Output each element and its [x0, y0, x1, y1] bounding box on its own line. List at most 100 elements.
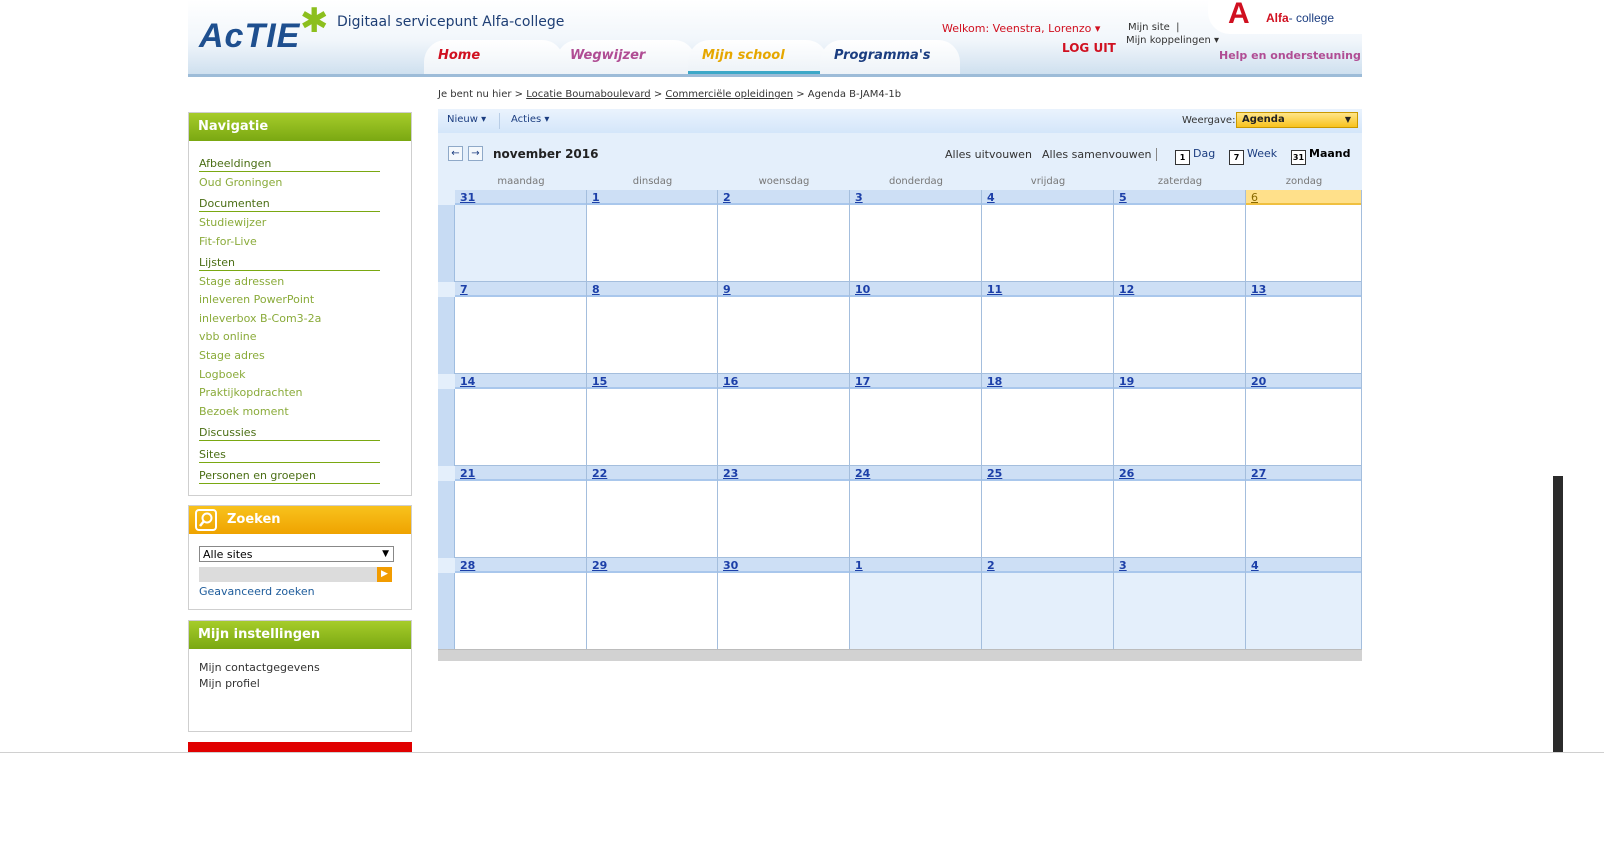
day-cell[interactable]: 2: [718, 190, 850, 282]
day-cell[interactable]: 31: [455, 190, 587, 282]
logout-link[interactable]: LOG UIT: [1062, 41, 1116, 55]
day-number-link[interactable]: 20: [1251, 375, 1266, 388]
tab-wegwijzer[interactable]: Wegwijzer: [556, 40, 696, 74]
search-scope-select[interactable]: Alle sites ▼: [199, 546, 394, 562]
day-number-link[interactable]: 2: [987, 559, 995, 572]
day-number-link[interactable]: 18: [987, 375, 1002, 388]
nav-fit-for-live[interactable]: Fit-for-Live: [199, 235, 257, 248]
day-cell[interactable]: 4: [982, 190, 1114, 282]
day-number-link[interactable]: 25: [987, 467, 1002, 480]
day-number-link[interactable]: 10: [855, 283, 870, 296]
view-select[interactable]: Agenda ▼: [1236, 112, 1358, 128]
week-row-selector[interactable]: [438, 297, 455, 374]
day-cell[interactable]: 22: [587, 466, 718, 558]
search-go-button[interactable]: ▶: [377, 567, 392, 582]
nav-list-item[interactable]: Bezoek moment: [199, 405, 289, 418]
day-cell[interactable]: 28: [455, 558, 587, 650]
nav-list-item[interactable]: Stage adressen: [199, 275, 284, 288]
profile-link[interactable]: Mijn profiel: [199, 677, 260, 690]
day-cell[interactable]: 23: [718, 466, 850, 558]
nav-list-item[interactable]: inleverbox B-Com3-2a: [199, 312, 321, 325]
day-number-link[interactable]: 17: [855, 375, 870, 388]
day-number-link[interactable]: 26: [1119, 467, 1134, 480]
day-number-link[interactable]: 4: [1251, 559, 1259, 572]
day-number-link[interactable]: 3: [1119, 559, 1127, 572]
nav-list-item[interactable]: Praktijkopdrachten: [199, 386, 303, 399]
new-menu[interactable]: Nieuw ▾: [447, 114, 486, 125]
nav-afbeeldingen[interactable]: Afbeeldingen: [199, 157, 380, 172]
day-cell[interactable]: 6: [1246, 190, 1362, 282]
breadcrumb-link-opleidingen[interactable]: Commerciële opleidingen: [665, 89, 793, 100]
day-number-link[interactable]: 3: [855, 191, 863, 204]
day-cell[interactable]: 1: [587, 190, 718, 282]
month-view-button[interactable]: 31 Maand: [1291, 147, 1351, 165]
collapse-all-link[interactable]: Alles samenvouwen: [1042, 148, 1152, 161]
actions-menu[interactable]: Acties ▾: [511, 114, 549, 125]
mijn-koppelingen-menu[interactable]: Mijn koppelingen ▾: [1126, 35, 1219, 46]
search-input[interactable]: [199, 567, 377, 582]
nav-list-item[interactable]: Logboek: [199, 368, 246, 381]
day-number-link[interactable]: 19: [1119, 375, 1134, 388]
day-number-link[interactable]: 6: [1251, 191, 1258, 204]
day-cell[interactable]: 14: [455, 374, 587, 466]
day-number-link[interactable]: 8: [592, 283, 600, 296]
alfa-college-logo[interactable]: A Alfa- college: [1208, 0, 1362, 34]
day-cell[interactable]: 20: [1246, 374, 1362, 466]
day-cell[interactable]: 30: [718, 558, 850, 650]
day-cell[interactable]: 3: [850, 190, 982, 282]
day-cell[interactable]: 12: [1114, 282, 1246, 374]
nav-oud-groningen[interactable]: Oud Groningen: [199, 176, 282, 189]
vertical-scrollbar-thumb[interactable]: [1553, 476, 1563, 752]
day-cell[interactable]: 16: [718, 374, 850, 466]
day-cell[interactable]: 18: [982, 374, 1114, 466]
tab-home[interactable]: Home: [424, 40, 564, 74]
tab-mijn-school[interactable]: Mijn school: [688, 40, 828, 74]
day-cell[interactable]: 15: [587, 374, 718, 466]
day-number-link[interactable]: 30: [723, 559, 738, 572]
tab-programmas[interactable]: Programma's: [820, 40, 960, 74]
day-number-link[interactable]: 1: [592, 191, 600, 204]
day-number-link[interactable]: 31: [460, 191, 475, 204]
day-number-link[interactable]: 29: [592, 559, 607, 572]
day-cell[interactable]: 2: [982, 558, 1114, 650]
day-number-link[interactable]: 22: [592, 467, 607, 480]
nav-documenten[interactable]: Documenten: [199, 197, 380, 212]
day-number-link[interactable]: 28: [460, 559, 475, 572]
nav-list-item[interactable]: Stage adres: [199, 349, 265, 362]
day-cell[interactable]: 5: [1114, 190, 1246, 282]
day-number-link[interactable]: 2: [723, 191, 731, 204]
day-cell[interactable]: 17: [850, 374, 982, 466]
day-cell[interactable]: 21: [455, 466, 587, 558]
day-view-button[interactable]: 1 Dag: [1175, 147, 1215, 165]
week-row-selector[interactable]: [438, 573, 455, 650]
day-cell[interactable]: 8: [587, 282, 718, 374]
day-number-link[interactable]: 23: [723, 467, 738, 480]
week-row-selector[interactable]: [438, 481, 455, 558]
actie-logo[interactable]: AcTIE: [199, 17, 300, 56]
day-cell[interactable]: 13: [1246, 282, 1362, 374]
day-number-link[interactable]: 24: [855, 467, 870, 480]
day-cell[interactable]: 19: [1114, 374, 1246, 466]
day-number-link[interactable]: 1: [855, 559, 863, 572]
help-link[interactable]: Help en ondersteuning: [1219, 49, 1361, 62]
week-row-selector[interactable]: [438, 205, 455, 282]
day-number-link[interactable]: 27: [1251, 467, 1266, 480]
breadcrumb-link-locatie[interactable]: Locatie Boumaboulevard: [526, 89, 650, 100]
nav-list-item[interactable]: inleveren PowerPoint: [199, 293, 314, 306]
nav-lijsten[interactable]: Lijsten: [199, 256, 380, 271]
week-view-button[interactable]: 7 Week: [1229, 147, 1277, 165]
day-cell[interactable]: 10: [850, 282, 982, 374]
day-number-link[interactable]: 12: [1119, 283, 1134, 296]
mijn-site-link[interactable]: Mijn site |: [1128, 22, 1180, 33]
day-number-link[interactable]: 16: [723, 375, 738, 388]
day-number-link[interactable]: 15: [592, 375, 607, 388]
day-cell[interactable]: 27: [1246, 466, 1362, 558]
day-cell[interactable]: 29: [587, 558, 718, 650]
day-cell[interactable]: 4: [1246, 558, 1362, 650]
day-cell[interactable]: 1: [850, 558, 982, 650]
nav-personen-en-groepen[interactable]: Personen en groepen: [199, 469, 380, 484]
day-number-link[interactable]: 5: [1119, 191, 1127, 204]
day-number-link[interactable]: 13: [1251, 283, 1266, 296]
nav-sites[interactable]: Sites: [199, 448, 380, 463]
expand-all-link[interactable]: Alles uitvouwen: [945, 148, 1032, 161]
